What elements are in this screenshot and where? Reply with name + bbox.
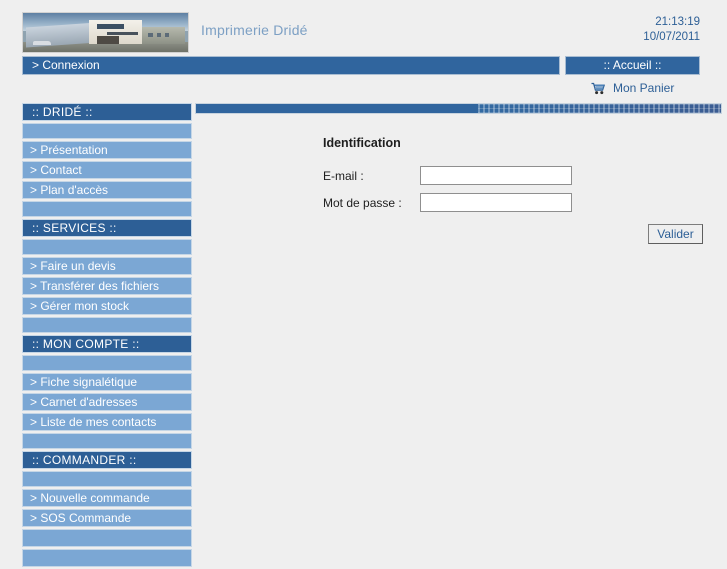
submit-button[interactable]: Valider [648,224,703,244]
sidebar-spacer [22,317,192,333]
sidebar-item-nouvelle-commande[interactable]: > Nouvelle commande [22,489,192,507]
sidebar-item-plan-dacces[interactable]: > Plan d'accès [22,181,192,199]
email-field[interactable] [420,166,572,185]
sidebar-item-fiche-signaletique[interactable]: > Fiche signalétique [22,373,192,391]
logo-signage-secondary [107,31,139,35]
sidebar-item-presentation[interactable]: > Présentation [22,141,192,159]
cart-link[interactable]: Mon Panier [565,81,700,98]
sidebar-navigation: :: DRIDÉ :: > Présentation > Contact > P… [22,103,192,569]
sidebar-section-commander: :: COMMANDER :: [22,451,192,469]
sidebar-section-services: :: SERVICES :: [22,219,192,237]
sidebar-spacer [22,123,192,139]
sidebar-spacer [22,529,192,547]
sidebar-spacer [22,433,192,449]
logo-window [148,32,153,37]
clock-display: 21:13:19 10/07/2011 [643,15,700,45]
company-logo-image[interactable] [22,12,189,53]
shopping-cart-icon [591,82,606,98]
main-content: Identification E-mail : Mot de passe : V… [195,118,722,545]
login-form: Identification E-mail : Mot de passe : V… [323,136,703,244]
site-title: Imprimerie Dridé [201,22,308,38]
clock-time: 21:13:19 [655,16,700,28]
logo-window [164,32,170,37]
decorative-accent-band [195,103,722,114]
sidebar-spacer [22,549,192,567]
sidebar-spacer [22,239,192,255]
sidebar-section-dride: :: DRIDÉ :: [22,103,192,121]
sidebar-item-carnet-dadresses[interactable]: > Carnet d'adresses [22,393,192,411]
sidebar-item-liste-de-mes-contacts[interactable]: > Liste de mes contacts [22,413,192,431]
page-title: Identification [323,136,401,150]
sidebar-spacer [22,201,192,217]
sidebar-spacer [22,355,192,371]
password-label: Mot de passe : [323,195,402,210]
clock-date: 10/07/2011 [643,31,700,43]
logo-car [32,41,52,46]
logo-entrance [97,36,119,45]
sidebar-spacer [22,471,192,487]
email-row: E-mail : [323,166,703,185]
submit-row: Valider [323,224,703,244]
nav-accueil-button[interactable]: :: Accueil :: [565,56,700,75]
accent-band-texture [478,104,721,113]
sidebar-section-mon-compte: :: MON COMPTE :: [22,335,192,353]
logo-window [156,32,161,37]
sidebar-item-gerer-mon-stock[interactable]: > Gérer mon stock [22,297,192,315]
password-field[interactable] [420,193,572,212]
password-row: Mot de passe : [323,193,703,212]
nav-connexion-button[interactable]: > Connexion [22,56,560,75]
logo-signage [97,23,124,29]
sidebar-item-sos-commande[interactable]: > SOS Commande [22,509,192,527]
sidebar-item-faire-un-devis[interactable]: > Faire un devis [22,257,192,275]
sidebar-item-transferer-des-fichiers[interactable]: > Transférer des fichiers [22,277,192,295]
email-label: E-mail : [323,168,364,183]
sidebar-item-contact[interactable]: > Contact [22,161,192,179]
cart-label: Mon Panier [612,81,675,95]
page-header: Imprimerie Dridé 21:13:19 10/07/2011 > C… [0,0,727,95]
